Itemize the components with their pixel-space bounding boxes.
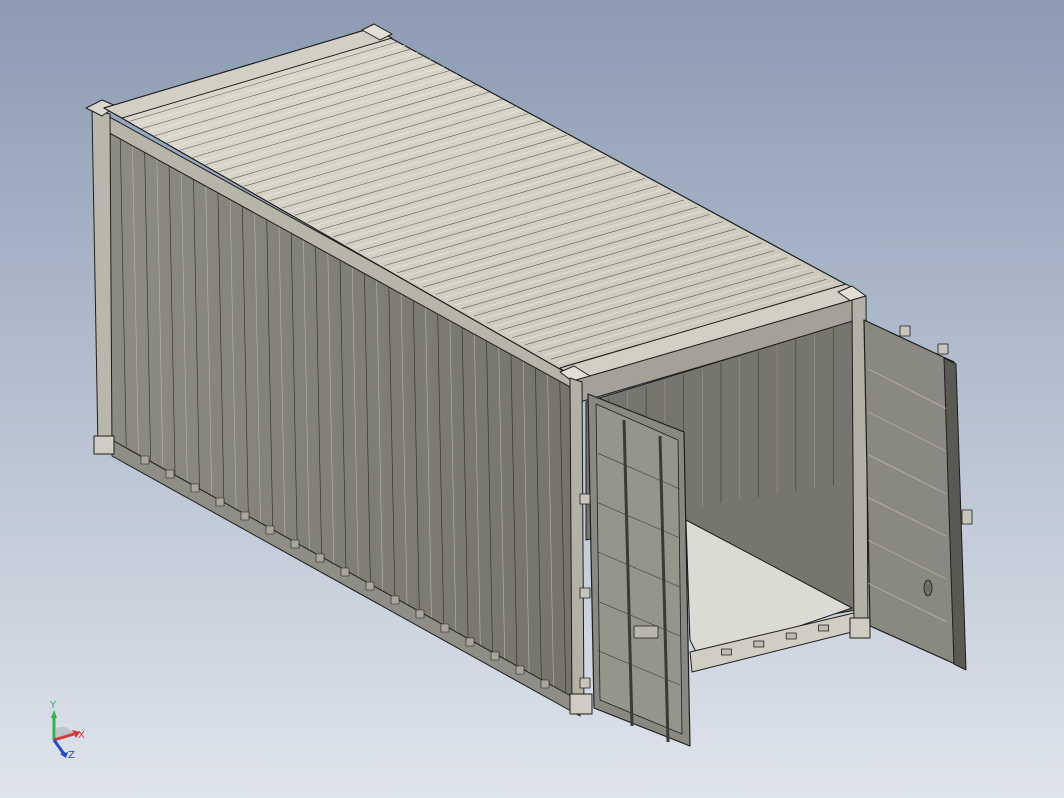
triad-x-label: X xyxy=(78,730,85,741)
rail-block xyxy=(465,637,475,647)
front-right-corner-post xyxy=(569,377,585,715)
rear-bottom-corner-casting xyxy=(849,617,871,639)
left-door-lock-handle[interactable] xyxy=(633,625,659,639)
triad-y-label: Y xyxy=(49,700,57,711)
rail-block xyxy=(440,623,450,633)
sill-bolt xyxy=(785,632,797,640)
sill-bolt xyxy=(721,648,732,656)
right-door-lock-keeper xyxy=(961,509,973,525)
sill-bolt xyxy=(753,640,765,648)
left-door-hinge-1 xyxy=(579,493,591,505)
rail-block xyxy=(190,483,200,493)
rail-block xyxy=(340,567,350,577)
right-door[interactable] xyxy=(863,319,973,671)
left-door[interactable] xyxy=(579,393,691,747)
model-canvas[interactable]: Y X Z xyxy=(0,0,1064,798)
graphics-viewport[interactable]: Y X Z xyxy=(0,0,1064,798)
rail-block xyxy=(490,651,500,661)
rail-block xyxy=(365,581,375,591)
front-bottom-corner-casting xyxy=(93,435,115,455)
rail-block xyxy=(290,539,300,549)
rail-block xyxy=(140,455,150,465)
triad-z-label: Z xyxy=(68,750,75,761)
rail-block xyxy=(515,665,525,675)
sill-bolt xyxy=(818,624,829,632)
rail-block xyxy=(240,511,250,521)
rail-block xyxy=(415,609,425,619)
rail-block xyxy=(315,553,325,563)
right-door-vent xyxy=(923,579,933,597)
left-door-hinge-3 xyxy=(579,677,591,689)
right-door-top-hinge xyxy=(899,325,911,337)
front-right-bottom-casting xyxy=(569,693,593,715)
rail-block xyxy=(265,525,275,535)
left-door-frame-inner xyxy=(595,403,683,735)
right-door-top-keeper xyxy=(937,343,949,355)
rail-block xyxy=(390,595,400,605)
rail-block xyxy=(215,497,225,507)
rail-block xyxy=(540,679,550,689)
left-door-hinge-2 xyxy=(579,587,591,599)
rail-block xyxy=(165,469,175,479)
